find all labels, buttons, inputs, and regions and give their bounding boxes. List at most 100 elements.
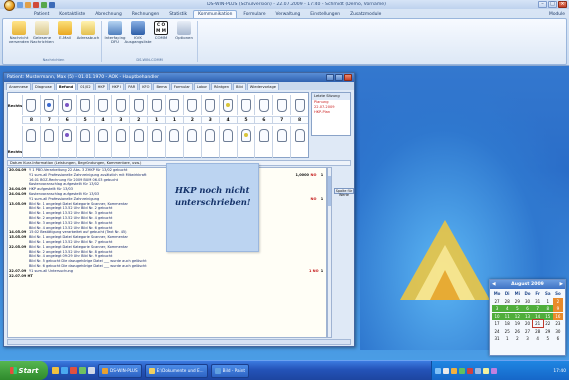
maximize-icon[interactable]: □	[548, 1, 557, 8]
ptab-hkp[interactable]: HKP	[94, 83, 108, 90]
tooth-icon[interactable]	[80, 128, 91, 142]
ptab-roentgen[interactable]: Röntgen	[211, 83, 233, 90]
tab-rechnungen[interactable]: Rechnungen	[128, 11, 163, 18]
tray-alert-icon[interactable]	[467, 368, 473, 374]
quicklaunch-ie-icon[interactable]	[61, 367, 68, 374]
value-column-button[interactable]: Spalte für Werte	[334, 188, 354, 197]
minimize-icon[interactable]: –	[538, 1, 547, 8]
tooth-icon[interactable]	[294, 128, 305, 142]
quick-help-icon[interactable]	[49, 1, 55, 8]
tooth-icon[interactable]	[62, 98, 73, 112]
tooth-icon[interactable]	[26, 98, 37, 112]
patient-maximize-icon[interactable]	[335, 74, 343, 81]
calendar-day[interactable]: 9	[552, 305, 563, 312]
quick-print-icon[interactable]	[33, 1, 39, 8]
tab-abrechnung[interactable]: Abrechnung	[91, 11, 126, 18]
calendar-day[interactable]: 27	[492, 298, 502, 305]
scrollbar-thumb[interactable]	[328, 176, 331, 206]
tooth-icon[interactable]	[62, 128, 73, 142]
calendar-day[interactable]: 1	[543, 298, 553, 305]
ptab-bild[interactable]: Bild	[233, 83, 246, 90]
read-messages-button[interactable]: Gelesene Nachrichten	[30, 21, 54, 45]
calendar-day[interactable]: 29	[512, 298, 522, 305]
tooth-icon[interactable]	[26, 128, 37, 142]
ptab-formular[interactable]: Formular	[170, 83, 193, 90]
calendar-day[interactable]: 28	[502, 298, 512, 305]
taskbar-item-explorer[interactable]: E:\Dokumente und E...	[144, 363, 208, 378]
tooth-icon[interactable]	[240, 128, 251, 142]
tooth-icon[interactable]	[151, 128, 162, 142]
tooth-icon[interactable]	[80, 98, 91, 112]
calendar-day[interactable]: 6	[553, 335, 563, 342]
tab-verwaltung[interactable]: Verwaltung	[272, 11, 305, 18]
patient-minimize-icon[interactable]	[326, 74, 334, 81]
tray-network-icon[interactable]	[435, 368, 441, 374]
calendar-day[interactable]: 3	[522, 335, 532, 342]
calendar-day[interactable]: 20	[522, 320, 532, 327]
tooth-icon[interactable]	[133, 128, 144, 142]
calendar-day[interactable]: 29	[543, 328, 553, 335]
address-book-button[interactable]: Adressbuch	[77, 21, 99, 45]
tray-app-icon[interactable]	[491, 368, 497, 374]
tooth-icon[interactable]	[169, 98, 180, 112]
tray-update-icon[interactable]	[459, 368, 465, 374]
calendar-day[interactable]: 16	[552, 312, 563, 320]
dental-chart[interactable]: Rechts 8 7 6 5 4 3 2 1 1 2 3 4 5 6 7 8 R…	[7, 92, 309, 158]
tooth-icon[interactable]	[133, 98, 144, 112]
calendar-day[interactable]: 7	[532, 305, 543, 312]
calendar-day[interactable]: 26	[512, 328, 522, 335]
tray-app-icon[interactable]	[475, 368, 481, 374]
tab-patient[interactable]: Patient	[30, 11, 53, 18]
calendar-day[interactable]: 5	[512, 305, 523, 312]
calendar-day[interactable]: 10	[492, 312, 503, 320]
calendar-prev-icon[interactable]: ◀	[492, 282, 496, 287]
close-icon[interactable]: ×	[558, 1, 567, 8]
quick-open-icon[interactable]	[25, 1, 31, 8]
tab-formulare[interactable]: Formulare	[239, 11, 269, 18]
tray-volume-icon[interactable]	[443, 368, 449, 374]
calendar-day[interactable]: 28	[533, 328, 543, 335]
calendar-day[interactable]: 5	[543, 335, 553, 342]
quick-save-icon[interactable]	[17, 1, 23, 8]
tooth-icon[interactable]	[169, 128, 180, 142]
quicklaunch-folder-icon[interactable]	[52, 367, 59, 374]
sticky-note[interactable]: HKP noch nicht unterschrieben!	[166, 163, 259, 252]
quicklaunch-media-icon[interactable]	[70, 367, 77, 374]
ptab-befund[interactable]: Befund	[55, 83, 77, 90]
email-button[interactable]: E-Mail	[55, 21, 75, 45]
calendar-day[interactable]: 21	[531, 319, 544, 328]
tooth-icon[interactable]	[205, 128, 216, 142]
calendar-day[interactable]: 17	[492, 320, 502, 327]
tab-statistik[interactable]: Statistik	[165, 11, 191, 18]
tooth-icon[interactable]	[276, 98, 287, 112]
ptab-labor[interactable]: Labor	[193, 83, 211, 90]
calendar-day[interactable]: 3	[492, 305, 503, 312]
calendar-day[interactable]: 22	[543, 320, 553, 327]
calendar-day[interactable]: 8	[542, 305, 553, 312]
tooth-icon[interactable]	[187, 128, 198, 142]
ribbon-help-label[interactable]: Module	[549, 12, 565, 17]
tooth-icon[interactable]	[97, 128, 108, 142]
calendar-day[interactable]: 30	[553, 328, 563, 335]
tray-clock[interactable]: 17:40	[553, 369, 569, 374]
tooth-icon[interactable]	[44, 128, 55, 142]
calendar-day[interactable]: 31	[533, 298, 543, 305]
calendar-day[interactable]: 2	[512, 335, 522, 342]
tooth-icon[interactable]	[294, 98, 305, 112]
tooth-icon[interactable]	[223, 98, 234, 112]
ptab-diagnose[interactable]: Diagnose	[32, 83, 55, 90]
send-message-button[interactable]: Nachricht versenden	[9, 21, 29, 45]
taskbar-item-dswin[interactable]: DS-WIN-PLUS	[98, 363, 142, 378]
calendar-day[interactable]: 24	[492, 328, 502, 335]
tooth-icon[interactable]	[258, 128, 269, 142]
calendar-day[interactable]: 14	[532, 312, 543, 320]
tab-kommunikation[interactable]: Kommunikation	[193, 10, 238, 18]
ptab-wiedervorlage[interactable]: Wiedervorlage	[246, 83, 279, 90]
calendar-day[interactable]: 4	[502, 305, 513, 312]
taskbar-item-paint[interactable]: Bild - Paint	[210, 363, 250, 378]
ptab-par[interactable]: PAR	[125, 83, 139, 90]
tooth-icon[interactable]	[97, 98, 108, 112]
ptab-hkp-i[interactable]: HKP I	[108, 83, 125, 90]
calendar-day[interactable]: 13	[522, 312, 533, 320]
ptab-0102[interactable]: 01/02	[77, 83, 94, 90]
